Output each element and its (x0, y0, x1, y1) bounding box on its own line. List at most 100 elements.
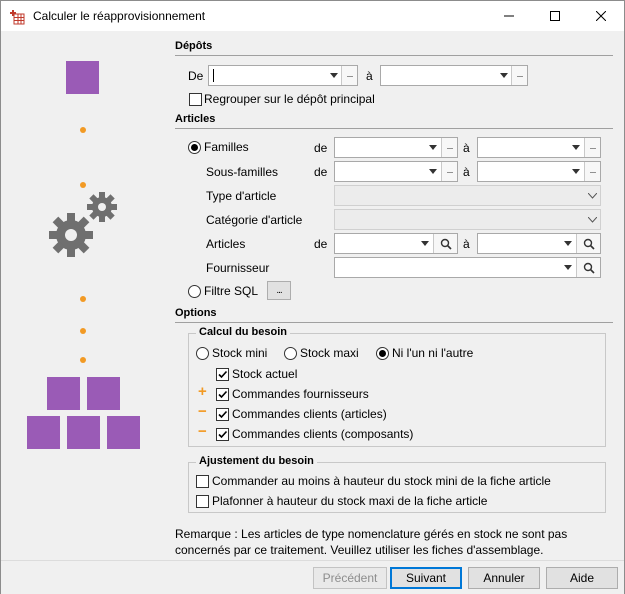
ellipsis-icon[interactable]: ··· (441, 162, 457, 181)
ellipsis-icon[interactable]: ··· (584, 138, 600, 157)
close-button[interactable] (578, 1, 624, 31)
depots-section-title: Dépôts (175, 40, 213, 52)
maximize-button[interactable] (532, 1, 578, 31)
familles-from-label: de (314, 141, 328, 155)
ellipsis-icon[interactable]: ··· (511, 66, 527, 85)
search-icon[interactable] (433, 234, 457, 253)
articles-divider (175, 128, 613, 129)
stock-maxi-label: Stock maxi (300, 346, 359, 360)
plafonner-label: Plafonner à hauteur du stock maxi de la … (212, 494, 488, 508)
fournisseur-combo[interactable] (334, 257, 601, 278)
aide-button[interactable]: Aide (546, 567, 618, 589)
cmd-fournisseurs-checkbox[interactable] (216, 388, 229, 401)
fournisseur-label: Fournisseur (206, 261, 270, 275)
minimize-button[interactable] (486, 1, 532, 31)
stack-square (67, 416, 100, 449)
regroup-label: Regrouper sur le dépôt principal (204, 92, 375, 106)
stack-square (27, 416, 60, 449)
familles-from-combo[interactable]: ··· (334, 137, 458, 158)
search-icon[interactable] (576, 258, 600, 277)
stack-square (87, 377, 120, 410)
depot-from-combo[interactable]: ··· (208, 65, 358, 86)
familles-radio[interactable] (188, 141, 201, 154)
dot (80, 328, 86, 334)
ellipsis-icon[interactable]: ··· (341, 66, 357, 85)
articles-to-label: à (463, 237, 470, 251)
sous-familles-to-combo[interactable]: ··· (477, 161, 601, 182)
precedent-button[interactable]: Précédent (313, 567, 387, 589)
commander-label: Commander au moins à hauteur du stock mi… (212, 474, 551, 488)
depot-from-label: De (188, 69, 204, 83)
stock-actuel-label: Stock actuel (232, 367, 298, 381)
minus-sign: − (198, 403, 207, 420)
dialog-window: Calculer le réapprovisionnement Dépôts D… (0, 0, 625, 594)
filtre-sql-label: Filtre SQL (204, 284, 259, 298)
chevron-down-icon[interactable] (568, 138, 583, 157)
stock-actuel-checkbox[interactable] (216, 368, 229, 381)
window-title: Calculer le réapprovisionnement (33, 9, 206, 23)
chevron-down-icon[interactable] (560, 258, 575, 277)
dot (80, 357, 86, 363)
chevron-down-icon[interactable] (417, 234, 432, 253)
chevron-down-icon (585, 186, 600, 205)
familles-to-combo[interactable]: ··· (477, 137, 601, 158)
options-section-title: Options (175, 307, 217, 319)
stock-maxi-radio[interactable] (284, 347, 297, 360)
chevron-down-icon[interactable] (568, 162, 583, 181)
depot-to-combo[interactable]: ··· (380, 65, 528, 86)
ellipsis-icon[interactable]: ··· (584, 162, 600, 181)
search-icon[interactable] (576, 234, 600, 253)
commander-checkbox[interactable] (196, 475, 209, 488)
chevron-down-icon[interactable] (496, 66, 511, 85)
minimize-icon (504, 15, 514, 17)
dot (80, 127, 86, 133)
top-square (66, 61, 99, 94)
cmd-clients-composants-checkbox[interactable] (216, 428, 229, 441)
articles-from-combo[interactable] (334, 233, 458, 254)
stock-mini-label: Stock mini (212, 346, 268, 360)
suivant-button[interactable]: Suivant (390, 567, 462, 589)
cmd-clients-articles-label: Commandes clients (articles) (232, 407, 387, 421)
app-icon (9, 9, 25, 25)
close-icon (596, 11, 606, 21)
dot (80, 296, 86, 302)
dot (80, 182, 86, 188)
cmd-clients-composants-label: Commandes clients (composants) (232, 427, 414, 441)
filtre-sql-button[interactable]: ... (267, 281, 291, 300)
check-icon (218, 430, 228, 439)
title-bar: Calculer le réapprovisionnement (1, 1, 624, 31)
familles-label: Familles (204, 140, 249, 154)
ni-radio[interactable] (376, 347, 389, 360)
regroup-checkbox[interactable] (189, 93, 202, 106)
remarque-note: Remarque : Les articles de type nomencla… (175, 527, 568, 557)
chevron-down-icon[interactable] (326, 66, 341, 85)
minus-sign: − (198, 423, 207, 440)
cmd-clients-articles-checkbox[interactable] (216, 408, 229, 421)
stack-square (47, 377, 80, 410)
articles-label: Articles (206, 237, 246, 251)
articles-section-title: Articles (175, 113, 216, 125)
plafonner-checkbox[interactable] (196, 495, 209, 508)
chevron-down-icon[interactable] (425, 162, 440, 181)
ajustement-title: Ajustement du besoin (196, 455, 317, 467)
options-divider (175, 322, 613, 323)
stock-mini-radio[interactable] (196, 347, 209, 360)
categorie-article-select[interactable] (334, 209, 601, 230)
cmd-fournisseurs-label: Commandes fournisseurs (232, 387, 369, 401)
depot-to-label: à (366, 69, 373, 83)
check-icon (218, 390, 228, 399)
filtre-sql-radio[interactable] (188, 285, 201, 298)
chevron-down-icon[interactable] (425, 138, 440, 157)
stack-square (107, 416, 140, 449)
type-article-select[interactable] (334, 185, 601, 206)
gears-icon (49, 192, 117, 257)
ellipsis-icon[interactable]: ··· (441, 138, 457, 157)
check-icon (218, 410, 228, 419)
text-cursor (213, 69, 214, 82)
sous-familles-label: Sous-familles (206, 165, 279, 179)
sous-familles-from-combo[interactable]: ··· (334, 161, 458, 182)
calcul-title: Calcul du besoin (196, 326, 291, 338)
chevron-down-icon[interactable] (560, 234, 575, 253)
annuler-button[interactable]: Annuler (468, 567, 540, 589)
articles-to-combo[interactable] (477, 233, 601, 254)
